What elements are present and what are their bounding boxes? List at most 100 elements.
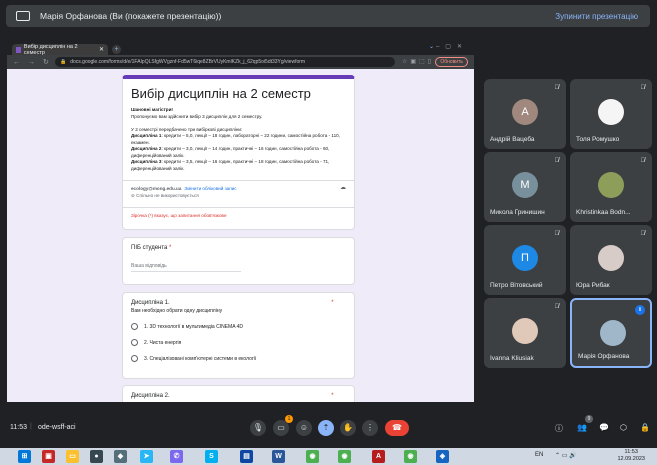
captions-button[interactable]: ☺ [296,420,312,436]
skype-icon[interactable]: S [205,450,218,463]
mic-off-icon: 🎙̸ [640,231,646,237]
extension-icons[interactable]: ☆▣⬚▯ [402,58,434,65]
app-icon[interactable]: ● [90,450,103,463]
participant-tile[interactable]: 🎙̸ Ivanna Kliusiak [484,298,566,368]
people-icon[interactable]: 👥 [577,423,587,432]
switch-account-link[interactable]: Змінити обліковий запис [184,185,236,192]
d3-text: : кредити – 3,5, лекції – 16 годин, прак… [131,159,330,171]
required-star: * [331,300,334,306]
d3-label: Дисципліна 3 [131,159,162,164]
forward-icon[interactable]: → [28,59,35,66]
start-icon[interactable]: ⊞ [18,450,31,463]
d2-label: Дисципліна 2 [131,146,162,151]
new-tab-button[interactable]: + [112,45,121,54]
avatar [598,99,624,125]
avatar [512,318,538,344]
tray-icons[interactable]: ⌃ ▭ 🔊 [555,452,577,459]
google-form-page: Вибір дисциплін на 2 семестр Шановні маг… [7,69,474,402]
language-indicator[interactable]: EN [535,452,543,458]
reload-icon[interactable]: ↻ [43,58,49,66]
pdf-icon[interactable]: A [372,450,385,463]
required-star: * [169,245,172,251]
presentation-title: Марія Орфанова (Ви (покажете презентацію… [40,11,222,21]
participant-tile[interactable]: 🎙̸ Юра Рибак [570,225,652,295]
lock-icon[interactable]: 🔒 [640,423,650,432]
participant-tile[interactable]: 🎙̸ А Андрій Вацеба [484,79,566,149]
q1-title-text: Дисципліна 1. [131,300,170,306]
participant-name: Петро Вітовський [490,282,543,289]
name-label-text: ПІБ студента [131,245,168,251]
radio-option[interactable]: 1. 3D технології в мультимедіа CINEMA 4D [131,323,346,330]
microphone-button[interactable]: 🎙 [250,420,266,436]
radio-button[interactable] [131,339,138,346]
browser-tab[interactable]: Вибір дисциплін на 2 семестр ✕ [12,43,108,56]
separator: | [30,423,32,430]
taskbar-clock[interactable]: 11:53 12.09.2023 [617,449,645,463]
participant-name: Юра Рибак [576,282,610,289]
address-bar[interactable]: 🔒 docs.google.com/forms/d/e/1FAIpQLSfgWV… [55,57,395,67]
required-star: * [331,393,334,399]
participant-tile[interactable]: 🎙̸ М Микола Гринишин [484,152,566,222]
more-options-button[interactable]: ⋮ [362,420,378,436]
avatar: А [512,99,538,125]
present-button[interactable]: ⇡ [318,420,334,436]
tab-title: Вибір дисциплін на 2 семестр [23,43,78,56]
participant-name: Ivanna Kliusiak [490,355,534,362]
q1-subtitle: Вам необхідно обрати одну дисципліну [131,308,223,314]
info-icon[interactable]: ⓘ [555,423,563,434]
mic-off-icon: 🎙̸ [554,85,560,91]
raise-hand-button[interactable]: ✋ [340,420,356,436]
mic-off-icon: 🎙̸ [554,304,560,310]
intro-text: Пропонуємо вам здійснити вибір 3 дисципл… [131,113,263,119]
d1-label: Дисципліна 1 [131,133,162,138]
meeting-code: ode-wsff-aci [38,424,76,431]
clock-date: 12.09.2023 [617,456,645,462]
chrome-icon[interactable]: ◉ [338,450,351,463]
window-controls[interactable]: –▢✕ [436,43,468,50]
lock-icon: 🔒 [60,59,67,65]
browser-toolbar: ← → ↻ 🔒 docs.google.com/forms/d/e/1FAIpQ… [7,55,474,69]
present-screen-icon [16,11,30,21]
chrome-icon[interactable]: ◉ [404,450,417,463]
form-title: Вибір дисциплін на 2 семестр [131,86,311,101]
not-shared-text: Спільно не використовується [136,193,199,198]
divider [123,207,354,208]
tab-search-icon[interactable]: ⌄ [429,43,434,50]
chat-icon[interactable]: 💬 [599,423,609,432]
app-icon[interactable]: ▣ [42,450,55,463]
avatar: П [512,245,538,271]
app-icon[interactable]: ◈ [436,450,449,463]
update-browser-button[interactable]: Обновить [435,57,468,67]
sharing-row: ⊘ Спільно не використовується [131,192,346,199]
radio-button[interactable] [131,323,138,330]
discipline2-question-card: Дисципліна 2. * [122,385,355,402]
avatar [598,172,624,198]
telegram-icon[interactable]: ➤ [140,450,153,463]
participant-tile-self[interactable]: ⦀ Марія Орфанова [570,298,652,368]
chrome-icon[interactable]: ◉ [306,450,319,463]
participant-tile[interactable]: 🎙̸ Толя Ромушко [570,79,652,149]
divider [123,180,354,181]
mic-off-icon: 🎙̸ [640,85,646,91]
stop-presenting-button[interactable]: Зупинити презентацію [555,12,638,21]
app-icon[interactable]: ▤ [240,450,253,463]
radio-button[interactable] [131,355,138,362]
activities-icon[interactable]: ⬡ [620,423,627,432]
name-input[interactable]: Ваша відповідь [131,263,241,272]
name-question-label: ПІБ студента * [131,245,346,251]
close-tab-icon[interactable]: ✕ [99,46,104,53]
participant-tile[interactable]: 🎙̸ П Петро Вітовський [484,225,566,295]
back-icon[interactable]: ← [13,59,20,66]
option-label: 3. Спеціалізовані комп'ютерні системи в … [144,355,257,362]
word-icon[interactable]: W [272,450,285,463]
radio-option[interactable]: 2. Чиста енергія [131,339,346,346]
viber-icon[interactable]: ✆ [170,450,183,463]
required-note: Зірочка (*) вказує, що запитання обов'яз… [131,213,227,218]
app-icon[interactable]: ◆ [114,450,127,463]
mic-off-icon: 🎙̸ [554,158,560,164]
participant-tile[interactable]: 🎙̸ Khristinkaa Bodn... [570,152,652,222]
folder-icon[interactable]: ▭ [66,450,79,463]
leave-call-button[interactable]: ☎ [385,420,409,436]
radio-option[interactable]: 3. Спеціалізовані комп'ютерні системи в … [131,355,346,362]
discipline1-question-card: Дисципліна 1. * Вам необхідно обрати одн… [122,292,355,379]
